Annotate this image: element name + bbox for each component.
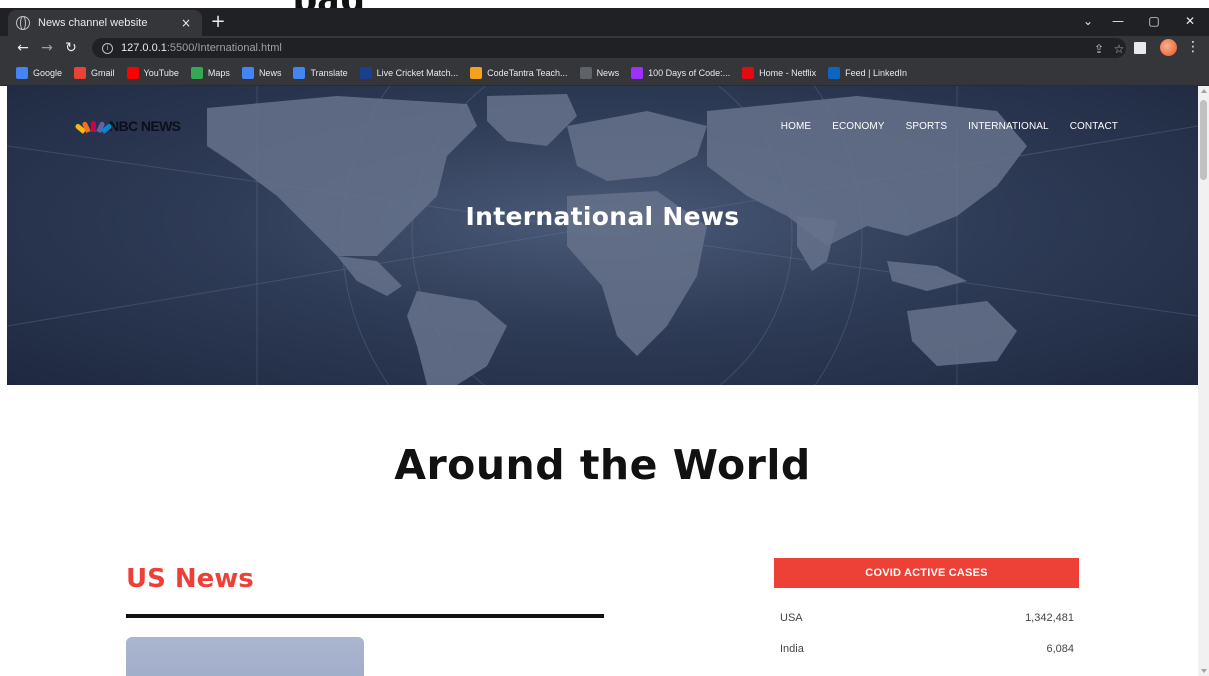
url-input[interactable]: i 127.0.0.1:5500/International.html ⇪ ☆ <box>92 38 1126 58</box>
bookmark-item[interactable]: 100 Days of Code:... <box>631 66 731 79</box>
peacock-icon <box>74 120 113 134</box>
bookmark-item[interactable]: Google <box>16 66 63 79</box>
bookmark-item[interactable]: Feed | LinkedIn <box>828 66 908 79</box>
bookmark-label: Feed | LinkedIn <box>845 67 908 78</box>
cropped-heading-fragment: pag <box>0 0 1209 8</box>
bookmark-label: 100 Days of Code:... <box>648 67 731 78</box>
url-path: :5500/International.html <box>166 42 282 54</box>
covid-cases: 6,084 <box>1046 643 1074 655</box>
close-window-icon[interactable]: ✕ <box>1175 14 1205 28</box>
bookmark-label: Maps <box>207 67 230 78</box>
nav-contact[interactable]: CONTACT <box>1070 121 1118 132</box>
bookmark-item[interactable]: YouTube <box>126 66 179 79</box>
codetantra-icon <box>470 66 483 79</box>
minimize-icon[interactable]: — <box>1103 14 1133 28</box>
gmail-icon <box>74 66 87 79</box>
bookmark-label: Live Cricket Match... <box>376 67 459 78</box>
menu-dots-icon[interactable]: ⋮ <box>1186 39 1200 55</box>
heading-underline <box>126 614 604 618</box>
bookmark-item[interactable]: CodeTantra Teach... <box>470 66 568 79</box>
covid-cases-header: COVID ACTIVE CASES <box>774 558 1079 588</box>
bookmark-item[interactable]: News <box>579 66 620 79</box>
tab-title: News channel website <box>38 17 148 29</box>
site-logo[interactable]: NBC NEWS <box>74 118 181 134</box>
bookmark-label: Gmail <box>91 67 115 78</box>
hero-banner: NBC NEWS HOME ECONOMY SPORTS INTERNATION… <box>7 86 1198 385</box>
bookmark-label: YouTube <box>143 67 179 78</box>
cricket-icon <box>359 66 372 79</box>
covid-cases: 1,342,481 <box>1025 612 1074 624</box>
google-icon <box>16 66 28 79</box>
browser-tab[interactable]: News channel website × <box>8 10 202 36</box>
browser-tab-bar: News channel website × + ⌄ — ▢ ✕ <box>0 8 1209 36</box>
tab-search-icon[interactable]: ⌄ <box>1073 14 1103 28</box>
netflix-icon <box>742 66 755 79</box>
covid-country: USA <box>780 612 803 624</box>
page-viewport: NBC NEWS HOME ECONOMY SPORTS INTERNATION… <box>7 86 1198 676</box>
hero-title: International News <box>465 202 740 231</box>
scroll-up-icon[interactable] <box>1201 89 1207 93</box>
nav-international[interactable]: INTERNATIONAL <box>968 121 1049 132</box>
us-news-heading: US News <box>126 564 254 594</box>
scroll-down-icon[interactable] <box>1201 669 1207 673</box>
news-icon <box>241 66 254 79</box>
globe-icon <box>16 16 30 30</box>
covid-row: India 6,084 <box>780 643 1074 655</box>
linkedin-icon <box>828 66 841 79</box>
url-host: 127.0.0.1 <box>121 42 167 54</box>
bookmark-label: CodeTantra Teach... <box>487 67 568 78</box>
bookmark-label: Translate <box>310 67 348 78</box>
youtube-icon <box>126 66 139 79</box>
bookmark-label: Home - Netflix <box>759 67 817 78</box>
logo-text: NBC NEWS <box>109 118 181 134</box>
section-title: Around the World <box>394 441 811 489</box>
bookmark-item[interactable]: Live Cricket Match... <box>359 66 459 79</box>
bookmark-item[interactable]: Home - Netflix <box>742 66 817 79</box>
translate-icon <box>293 66 306 79</box>
bookmark-item[interactable]: Gmail <box>74 66 115 79</box>
nav-economy[interactable]: ECONOMY <box>832 121 884 132</box>
profile-avatar[interactable] <box>1160 39 1177 56</box>
us-news-image[interactable] <box>126 637 364 676</box>
code-icon <box>631 66 644 79</box>
address-bar: ← → ↻ i 127.0.0.1:5500/International.htm… <box>0 36 1209 60</box>
bookmark-item[interactable]: Maps <box>190 66 230 79</box>
bookmark-item[interactable]: Translate <box>293 66 348 79</box>
bookmark-star-icon[interactable]: ☆ <box>1112 42 1126 56</box>
bookmarks-bar: Google Gmail YouTube Maps News Translate Live … <box>0 60 1209 86</box>
forward-icon[interactable]: → <box>38 39 56 57</box>
back-icon[interactable]: ← <box>14 39 32 57</box>
tab-close-icon[interactable]: × <box>178 16 194 30</box>
nav-home[interactable]: HOME <box>781 121 811 132</box>
restore-icon[interactable]: ▢ <box>1139 14 1169 28</box>
site-info-icon[interactable]: i <box>102 42 113 54</box>
page-scrollbar[interactable] <box>1198 86 1209 676</box>
side-panel-icon[interactable] <box>1134 42 1146 54</box>
bookmark-label: News <box>596 67 620 78</box>
maps-icon <box>190 66 203 79</box>
reload-icon[interactable]: ↻ <box>62 39 80 57</box>
bookmark-label: News <box>258 67 282 78</box>
new-tab-button[interactable]: + <box>208 12 228 32</box>
main-nav: HOME ECONOMY SPORTS INTERNATIONAL CONTAC… <box>760 121 1118 132</box>
covid-country: India <box>780 643 804 655</box>
scrollbar-thumb[interactable] <box>1200 100 1207 180</box>
share-icon[interactable]: ⇪ <box>1092 42 1106 56</box>
nav-sports[interactable]: SPORTS <box>906 121 948 132</box>
covid-row: USA 1,342,481 <box>780 612 1074 624</box>
globe-icon <box>579 66 592 79</box>
bookmark-label: Google <box>33 67 63 78</box>
bookmark-item[interactable]: News <box>241 66 282 79</box>
